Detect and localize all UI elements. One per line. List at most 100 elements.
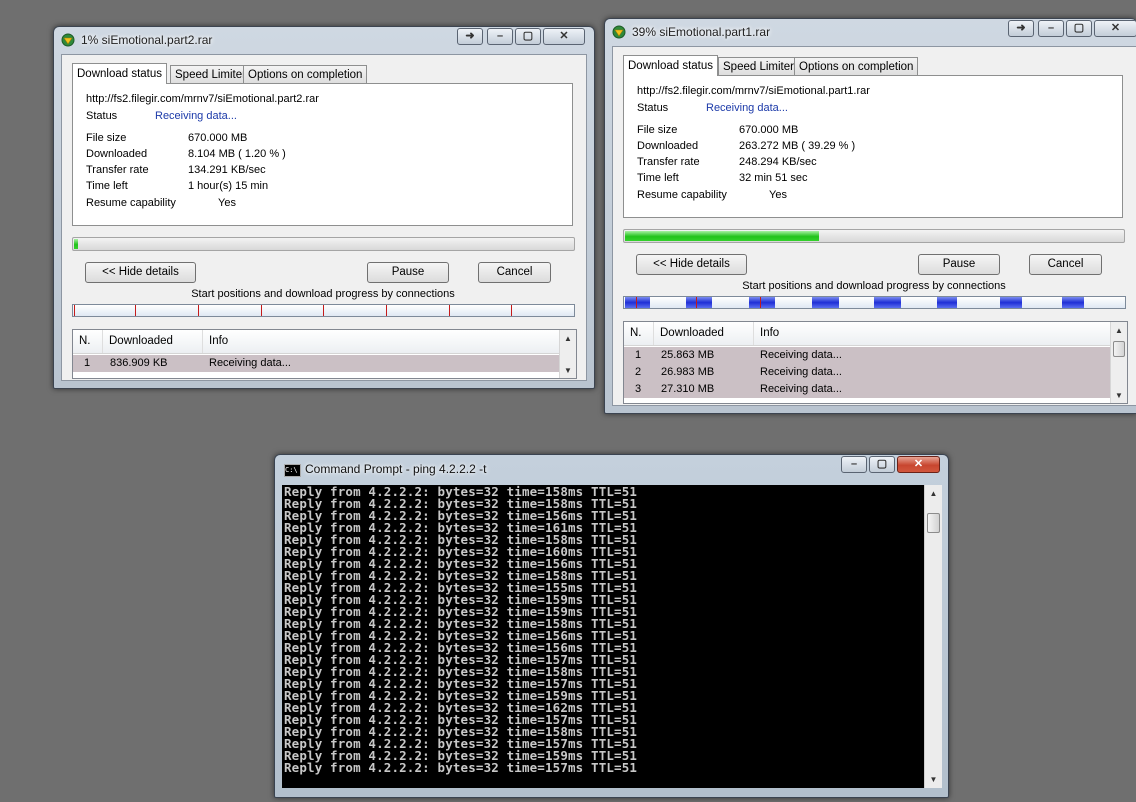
file-size-label: File size [637,124,678,136]
time-left-value: 32 min 51 sec [739,172,808,184]
connections-list[interactable]: N. Downloaded Info 1 25.863 MB Receiving… [623,321,1128,404]
console-output[interactable]: Reply from 4.2.2.2: bytes=32 time=158ms … [282,485,924,788]
cancel-button[interactable]: Cancel [1029,254,1102,275]
tab-options-on-completion[interactable]: Options on completion [794,57,919,75]
connection-segment [812,297,839,308]
console-scrollbar[interactable]: ▲ ▼ [924,485,942,788]
arrow-right-icon: ➜ [1016,22,1026,34]
connection-segment [760,297,761,308]
close-button[interactable]: ✕ [543,28,585,45]
scroll-up-icon[interactable]: ▲ [1111,326,1127,335]
minimize-icon: – [1047,22,1055,34]
row-number: 2 [635,366,642,378]
connection-segment [323,305,324,316]
download-arrow-button[interactable]: ➜ [1008,20,1034,37]
downloaded-label: Downloaded [637,140,699,152]
pause-button[interactable]: Pause [918,254,1000,275]
time-left-label: Time left [86,180,128,192]
hide-details-button[interactable]: << Hide details [85,262,196,283]
connection-segment [261,305,262,316]
column-header-info[interactable]: Info [203,330,560,353]
column-header-n[interactable]: N. [73,330,103,353]
connections-progress-bar [72,304,575,317]
list-scrollbar[interactable]: ▲ ▼ [1110,322,1127,403]
transfer-rate-value: 134.291 KB/sec [188,164,266,176]
connection-segment [386,305,387,316]
list-row[interactable]: 1 25.863 MB Receiving data... [624,347,1111,364]
download-progress-bar [72,237,575,251]
scroll-up-icon[interactable]: ▲ [925,489,942,498]
title-bar[interactable]: 1% siEmotional.part2.rar ➜ – ▢ ✕ [54,27,594,53]
row-number: 1 [635,349,642,361]
window-title: 1% siEmotional.part2.rar [81,33,213,47]
status-value: Receiving data... [155,110,237,122]
column-header-n[interactable]: N. [624,322,654,345]
connection-segment [749,297,775,308]
connection-segment [449,305,450,316]
row-downloaded: 27.310 MB [661,383,715,395]
list-row[interactable]: 1 836.909 KB Receiving data... [73,355,560,372]
tab-speed-limiter[interactable]: Speed Limiter [170,65,251,83]
pause-button[interactable]: Pause [367,262,449,283]
resume-capability-value: Yes [218,197,236,209]
connection-segment [686,297,712,308]
idm-globe-icon [612,25,626,39]
maximize-button[interactable]: ▢ [515,28,541,45]
minimize-button[interactable]: – [1038,20,1064,37]
column-header-downloaded[interactable]: Downloaded [654,322,754,345]
column-header-downloaded[interactable]: Downloaded [103,330,203,353]
scroll-thumb[interactable] [1113,341,1125,357]
status-label: Status [86,110,118,122]
close-icon: ✕ [913,458,924,470]
connection-segment [625,297,650,308]
window-title: 39% siEmotional.part1.rar [632,25,771,39]
list-row[interactable]: 3 27.310 MB Receiving data... [624,381,1111,398]
download-window-part1[interactable]: 39% siEmotional.part1.rar ➜ – ▢ ✕ Downlo… [604,18,1136,414]
connection-segment [937,297,957,308]
tab-options-on-completion[interactable]: Options on completion [243,65,368,83]
row-number: 3 [635,383,642,395]
row-info: Receiving data... [760,383,842,395]
column-header-info[interactable]: Info [754,322,1111,345]
tab-speed-limiter[interactable]: Speed Limiter [718,57,799,75]
file-size-value: 670.000 MB [188,132,248,144]
minimize-icon: – [496,30,504,42]
tab-download-status[interactable]: Download status [623,55,719,76]
file-size-label: File size [86,132,127,144]
close-button[interactable]: ✕ [1094,20,1136,37]
minimize-button[interactable]: – [487,28,513,45]
download-window-part2[interactable]: 1% siEmotional.part2.rar ➜ – ▢ ✕ Downloa… [53,26,595,389]
scroll-down-icon[interactable]: ▼ [925,775,942,784]
connections-progress-bar [623,296,1126,309]
status-value: Receiving data... [706,102,788,114]
close-icon: ✕ [1110,22,1121,34]
connections-caption: Start positions and download progress by… [742,280,1006,292]
cancel-button[interactable]: Cancel [478,262,551,283]
maximize-button[interactable]: ▢ [1066,20,1092,37]
hide-details-button[interactable]: << Hide details [636,254,747,275]
connections-list[interactable]: N. Downloaded Info 1 836.909 KB Receivin… [72,329,577,379]
status-panel: http://fs2.filegir.com/mrnv7/siEmotional… [72,83,573,226]
maximize-button[interactable]: ▢ [869,456,895,473]
connection-segment [74,305,75,316]
close-button[interactable]: ✕ [897,456,940,473]
download-url: http://fs2.filegir.com/mrnv7/siEmotional… [86,93,319,105]
connection-segment [198,305,199,316]
scroll-thumb[interactable] [927,513,940,533]
download-arrow-button[interactable]: ➜ [457,28,483,45]
command-prompt-window[interactable]: C:\ Command Prompt - ping 4.2.2.2 -t – ▢… [274,454,949,798]
scroll-up-icon[interactable]: ▲ [560,334,576,343]
tab-download-status[interactable]: Download status [72,63,168,84]
minimize-button[interactable]: – [841,456,867,473]
row-info: Receiving data... [760,366,842,378]
list-scrollbar[interactable]: ▲ ▼ [559,330,576,378]
minimize-icon: – [850,458,858,470]
list-row[interactable]: 2 26.983 MB Receiving data... [624,364,1111,381]
title-bar[interactable]: C:\ Command Prompt - ping 4.2.2.2 -t – ▢… [275,455,948,483]
scroll-down-icon[interactable]: ▼ [560,366,576,375]
scroll-down-icon[interactable]: ▼ [1111,391,1127,400]
transfer-rate-value: 248.294 KB/sec [739,156,817,168]
status-label: Status [637,102,669,114]
title-bar[interactable]: 39% siEmotional.part1.rar ➜ – ▢ ✕ [605,19,1136,45]
console-line: Reply from 4.2.2.2: bytes=32 time=157ms … [284,760,638,775]
